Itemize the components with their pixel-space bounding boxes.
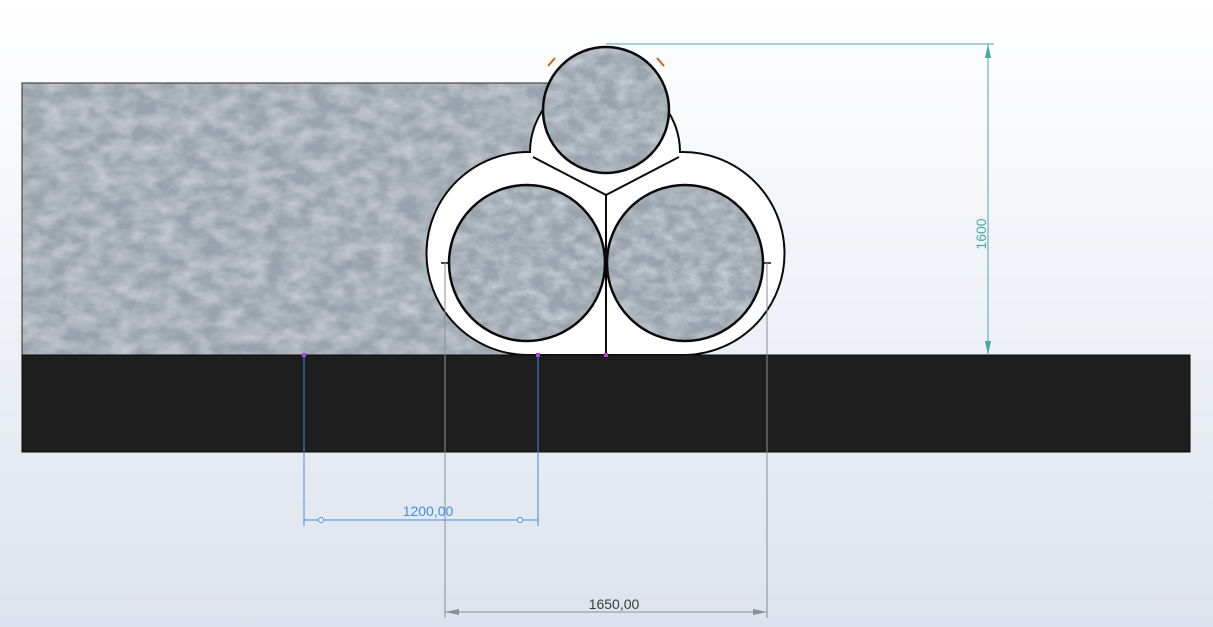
cable-core-left[interactable] [447, 183, 607, 343]
height-dimension-label[interactable]: 1600 [973, 218, 989, 249]
cad-drawing[interactable]: 1600 1200,00 1650,00 [0, 0, 1213, 627]
ground-slab[interactable] [21, 354, 1191, 453]
spacing-dimension-label[interactable]: 1200,00 [403, 503, 454, 519]
cad-viewport[interactable]: 1600 1200,00 1650,00 [0, 0, 1213, 627]
width-dimension-label[interactable]: 1650,00 [589, 596, 640, 612]
cable-core-top[interactable] [541, 45, 671, 175]
cable-core-right[interactable] [605, 183, 765, 343]
